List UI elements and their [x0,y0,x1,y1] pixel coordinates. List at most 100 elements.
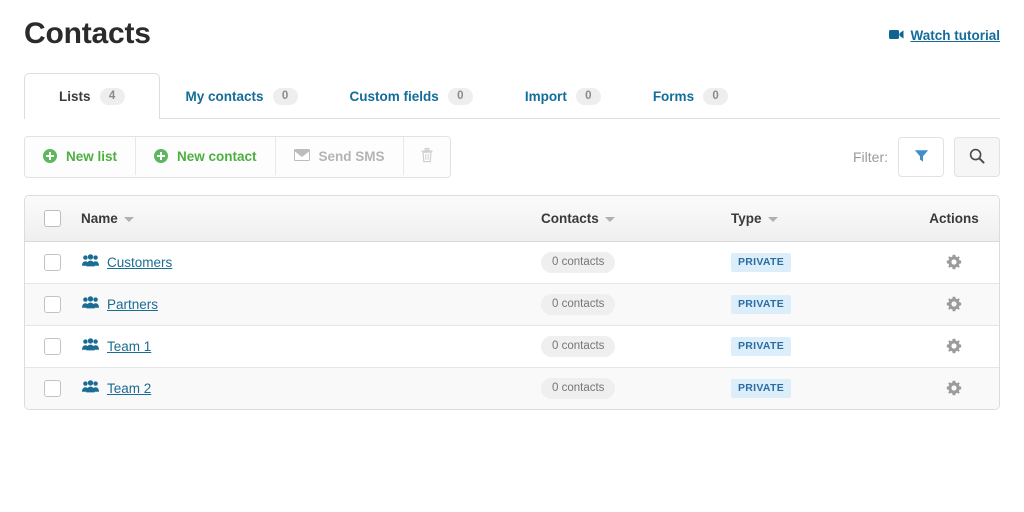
delete-button[interactable] [403,137,450,175]
row-checkbox[interactable] [43,295,61,313]
tab-lists-label: Lists [59,89,91,104]
plus-circle-icon [43,149,57,163]
row-actions-cell [909,324,999,367]
tab-import-count: 0 [575,87,601,105]
header-cell-type[interactable]: Type [729,196,909,242]
row-actions-cell [909,241,999,283]
toolbar-button-group: New list New contact Send SMS [24,136,451,178]
group-icon [82,254,99,270]
list-name-link[interactable]: Customers [107,255,172,270]
search-button[interactable] [954,137,1000,177]
new-list-label: New list [66,148,118,164]
row-contacts-cell: 0 contacts [539,282,729,325]
gear-icon [946,381,962,396]
table-row[interactable]: Partners 0 contacts PRIVATE [25,282,999,325]
table-header: Name Contacts Type Actions [25,196,999,242]
header-cell-actions: Actions [909,196,999,242]
contacts-count-pill: 0 contacts [541,335,616,357]
tab-my-contacts-label: My contacts [185,88,264,104]
row-select-cell [25,366,79,409]
page-title: Contacts [24,17,151,50]
header-name-label: Name [81,210,118,226]
tab-custom-fields-label: Custom fields [349,88,439,104]
trash-icon [420,147,434,166]
row-actions-cell [909,366,999,409]
tab-lists-count: 4 [99,88,125,105]
tab-bar: Lists 4 My contacts 0 Custom fields 0 Im… [24,72,1000,119]
row-actions-gear-button[interactable] [943,293,965,315]
row-type-cell: PRIVATE [729,282,909,325]
filter-button[interactable] [898,137,944,177]
type-badge: PRIVATE [731,252,792,272]
plus-circle-icon [154,149,169,163]
row-select-cell [25,241,79,283]
contacts-count-pill: 0 contacts [541,293,616,315]
group-icon [82,296,99,312]
tab-my-contacts[interactable]: My contacts 0 [160,73,324,118]
filter-label: Filter: [853,149,888,165]
row-name-cell: Team 2 [79,366,539,409]
contacts-count-pill: 0 contacts [541,251,616,273]
table-row[interactable]: Customers 0 contacts PRIVATE [25,241,999,283]
watch-tutorial-label: Watch tutorial [910,28,1001,43]
contacts-count-pill: 0 contacts [541,377,616,399]
header-type-label: Type [731,210,762,226]
new-contact-button[interactable]: New contact [136,137,276,175]
header-contacts-label: Contacts [541,210,599,226]
video-camera-icon [888,28,904,43]
row-select-cell [25,282,79,325]
select-all-checkbox[interactable] [43,209,61,227]
row-actions-gear-button[interactable] [943,377,965,399]
header-actions-label: Actions [929,210,979,226]
type-badge: PRIVATE [731,336,792,356]
watch-tutorial-link[interactable]: Watch tutorial [888,28,1001,43]
type-badge: PRIVATE [731,294,792,314]
row-actions-gear-button[interactable] [943,251,965,273]
tab-forms[interactable]: Forms 0 [627,73,754,118]
row-contacts-cell: 0 contacts [539,324,729,367]
envelope-icon [293,148,310,164]
type-badge: PRIVATE [731,378,792,398]
row-type-cell: PRIVATE [729,366,909,409]
table-header-row: Name Contacts Type Actions [25,196,999,242]
table-row[interactable]: Team 1 0 contacts PRIVATE [25,324,999,367]
new-list-button[interactable]: New list [25,137,137,175]
new-contact-label: New contact [177,148,257,164]
filter-area: Filter: [853,137,1000,177]
row-name-cell: Team 1 [79,324,539,367]
row-name-cell: Partners [79,282,539,325]
lists-table: Name Contacts Type Actions Customers 0 c… [25,196,999,409]
funnel-icon [914,149,929,166]
group-icon [82,338,99,354]
header-cell-name[interactable]: Name [79,196,539,242]
list-name-link[interactable]: Partners [107,297,158,312]
tab-custom-fields[interactable]: Custom fields 0 [324,73,499,118]
row-checkbox[interactable] [43,253,61,271]
table-row[interactable]: Team 2 0 contacts PRIVATE [25,366,999,409]
list-name-link[interactable]: Team 1 [107,339,151,354]
sort-caret-down-icon [604,216,615,222]
gear-icon [946,254,962,270]
magnifier-icon [969,148,985,167]
table-body: Customers 0 contacts PRIVATE Partners 0 … [25,241,999,409]
row-actions-gear-button[interactable] [943,335,965,357]
send-sms-label: Send SMS [318,148,385,164]
row-checkbox[interactable] [43,379,61,397]
row-checkbox[interactable] [43,337,61,355]
lists-table-container: Name Contacts Type Actions Customers 0 c… [24,195,1000,410]
toolbar: New list New contact Send SMS Filter: [24,119,1000,195]
header-cell-contacts[interactable]: Contacts [539,196,729,242]
send-sms-button[interactable]: Send SMS [275,137,404,175]
sort-caret-down-icon [767,216,778,222]
sort-caret-down-icon [123,216,134,222]
tab-forms-count: 0 [703,87,729,105]
tab-import[interactable]: Import 0 [499,73,627,118]
tab-forms-label: Forms [652,88,695,104]
header-cell-select-all [25,196,79,242]
group-icon [82,380,99,396]
row-contacts-cell: 0 contacts [539,366,729,409]
list-name-link[interactable]: Team 2 [107,381,151,396]
tab-lists[interactable]: Lists 4 [24,73,160,119]
contacts-page: Contacts Watch tutorial Lists 4 My conta… [0,0,1024,512]
tab-import-label: Import [524,88,567,104]
